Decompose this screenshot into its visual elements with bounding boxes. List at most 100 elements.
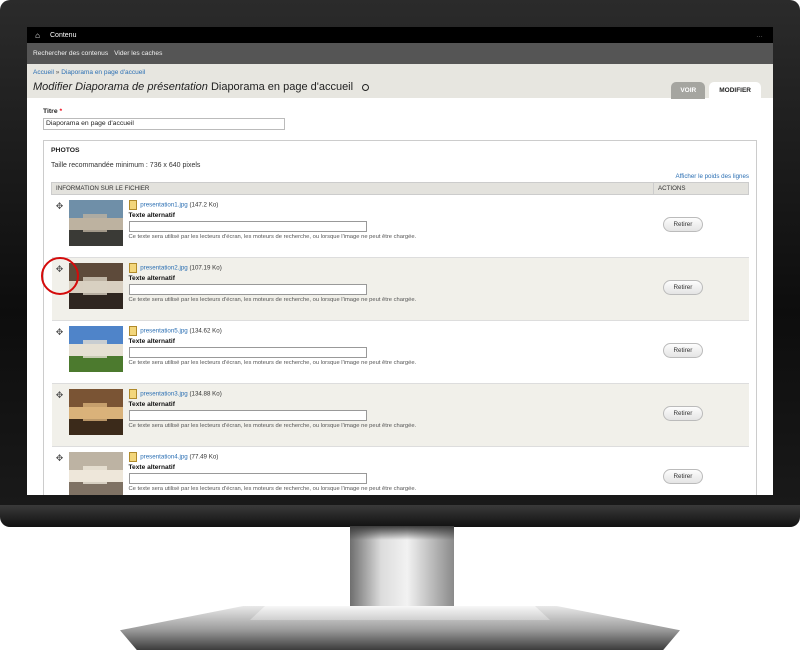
alt-text-help: Ce texte sera utilisé par les lecteurs d… <box>128 486 417 492</box>
table-row: ✥ presentation2.jpg (107.19 Ko) Texte al… <box>51 257 749 321</box>
thumbnail-cell <box>67 194 128 258</box>
image-file-icon <box>128 263 137 273</box>
remove-button[interactable]: Retirer <box>662 280 704 295</box>
file-info-cell: presentation5.jpg (134.62 Ko) Texte alte… <box>127 320 654 384</box>
actions-cell: Retirer <box>653 383 749 447</box>
monitor-stand-base-top <box>250 606 550 620</box>
alt-text-help: Ce texte sera utilisé par les lecteurs d… <box>128 423 417 429</box>
file-line: presentation3.jpg (134.88 Ko) <box>128 389 653 399</box>
drag-handle-highlight-circle <box>41 257 79 295</box>
toolbar-contenu-link[interactable]: Contenu <box>50 32 76 39</box>
alt-text-help: Ce texte sera utilisé par les lecteurs d… <box>128 297 417 303</box>
remove-button[interactable]: Retirer <box>662 469 704 484</box>
photo-thumbnail <box>68 389 123 435</box>
actions-cell: Retirer <box>653 320 749 384</box>
file-line: presentation1.jpg (147.2 Ko) <box>128 200 653 210</box>
alt-text-label: Texte alternatif <box>128 464 175 471</box>
file-size: (147.2 Ko) <box>189 201 219 209</box>
photos-legend: PHOTOS <box>51 147 80 154</box>
file-info-cell: presentation1.jpg (147.2 Ko) Texte alter… <box>127 194 654 258</box>
gear-icon[interactable] <box>362 84 370 91</box>
page-title-main: Diaporama en page d'accueil <box>210 81 354 93</box>
edit-form: Titre * Diaporama en page d'accueil PHOT… <box>27 98 773 495</box>
home-icon[interactable]: ⌂ <box>33 31 42 40</box>
titre-label-text: Titre <box>43 108 58 115</box>
photos-fieldset: PHOTOS Taille recommandée minimum : 736 … <box>43 140 757 495</box>
file-name-link[interactable]: presentation4.jpg <box>140 454 187 461</box>
breadcrumb-separator: » <box>55 69 60 76</box>
photo-thumbnail <box>68 326 123 372</box>
file-name-link[interactable]: presentation1.jpg <box>140 202 187 209</box>
table-row: ✥ presentation3.jpg (134.88 Ko) Texte al… <box>51 383 749 447</box>
page-header: Accueil » Diaporama en page d'accueil Mo… <box>27 64 773 99</box>
file-size: (134.62 Ko) <box>189 327 222 335</box>
file-size: (134.88 Ko) <box>189 390 222 398</box>
image-file-icon <box>128 452 137 462</box>
remove-button[interactable]: Retirer <box>662 343 704 358</box>
file-line: presentation5.jpg (134.62 Ko) <box>128 326 653 336</box>
tab-voir[interactable]: VOIR <box>671 82 706 99</box>
file-name-link[interactable]: presentation3.jpg <box>140 391 187 398</box>
alt-text-help: Ce texte sera utilisé par les lecteurs d… <box>128 360 417 366</box>
screen: ⌂ Contenu … Rechercher des contenus Vide… <box>27 27 773 495</box>
file-info-cell: presentation4.jpg (77.49 Ko) Texte alter… <box>127 446 654 495</box>
alt-text-input[interactable] <box>128 221 367 232</box>
column-header-file-info: INFORMATION SUR LE FICHIER <box>51 182 654 195</box>
titre-label: Titre * <box>43 108 757 115</box>
alt-text-input[interactable] <box>128 410 367 421</box>
shortcut-clear-caches[interactable]: Vider les caches <box>114 50 162 57</box>
shortcuts-bar: Rechercher des contenus Vider les caches <box>27 43 773 64</box>
alt-text-label: Texte alternatif <box>128 212 175 219</box>
alt-text-label: Texte alternatif <box>128 401 175 408</box>
alt-text-help: Ce texte sera utilisé par les lecteurs d… <box>128 234 417 240</box>
admin-toolbar: ⌂ Contenu … <box>27 27 773 43</box>
alt-text-input[interactable] <box>128 284 367 295</box>
page-title: Modifier Diaporama de présentation Diapo… <box>33 81 370 93</box>
thumbnail-cell <box>67 446 128 495</box>
remove-button[interactable]: Retirer <box>662 406 704 421</box>
actions-cell: Retirer <box>653 257 749 321</box>
titre-input[interactable]: Diaporama en page d'accueil <box>43 118 285 130</box>
page-title-prefix: Modifier Diaporama de présentation <box>33 81 208 93</box>
file-name-link[interactable]: presentation5.jpg <box>140 328 187 335</box>
breadcrumb-home[interactable]: Accueil <box>33 69 54 76</box>
alt-text-label: Texte alternatif <box>128 275 175 282</box>
show-row-weights-link[interactable]: Afficher le poids des lignes <box>51 173 750 180</box>
photos-table: INFORMATION SUR LE FICHIER ACTIONS ✥ pre… <box>51 182 749 495</box>
table-row: ✥ presentation5.jpg (134.62 Ko) Texte al… <box>51 320 749 384</box>
breadcrumb: Accueil » Diaporama en page d'accueil <box>33 69 145 76</box>
remove-button[interactable]: Retirer <box>662 217 704 232</box>
drag-handle-icon[interactable]: ✥ <box>51 383 68 447</box>
actions-cell: Retirer <box>653 446 749 495</box>
toolbar-toggle[interactable]: … <box>756 32 763 39</box>
breadcrumb-current[interactable]: Diaporama en page d'accueil <box>61 69 145 76</box>
image-file-icon <box>128 389 137 399</box>
drag-handle-icon[interactable]: ✥ <box>51 194 68 258</box>
actions-cell: Retirer <box>653 194 749 258</box>
file-size: (77.49 Ko) <box>189 453 219 461</box>
alt-text-input[interactable] <box>128 473 367 484</box>
shortcut-search-content[interactable]: Rechercher des contenus <box>33 50 108 57</box>
image-file-icon <box>128 200 137 210</box>
primary-tabs: VOIR MODIFIER <box>671 82 761 99</box>
thumbnail-cell <box>67 320 128 384</box>
drag-handle-icon[interactable]: ✥ <box>51 320 68 384</box>
tab-modifier[interactable]: MODIFIER <box>709 82 761 99</box>
recommended-size-text: Taille recommandée minimum : 736 x 640 p… <box>51 162 201 169</box>
table-row: ✥ presentation1.jpg (147.2 Ko) Texte alt… <box>51 194 749 258</box>
photo-thumbnail <box>68 452 123 495</box>
image-file-icon <box>128 326 137 336</box>
monitor-bezel-bottom <box>0 505 800 527</box>
file-info-cell: presentation2.jpg (107.19 Ko) Texte alte… <box>127 257 654 321</box>
file-name-link[interactable]: presentation2.jpg <box>140 265 187 272</box>
alt-text-input[interactable] <box>128 347 367 358</box>
drag-handle-icon[interactable]: ✥ <box>51 446 68 495</box>
required-mark: * <box>59 108 63 115</box>
thumbnail-cell <box>67 383 128 447</box>
photo-thumbnail <box>68 200 123 246</box>
monitor-neck-shadow <box>350 526 454 540</box>
file-info-cell: presentation3.jpg (134.88 Ko) Texte alte… <box>127 383 654 447</box>
file-line: presentation2.jpg (107.19 Ko) <box>128 263 653 273</box>
file-size: (107.19 Ko) <box>189 264 222 272</box>
alt-text-label: Texte alternatif <box>128 338 175 345</box>
